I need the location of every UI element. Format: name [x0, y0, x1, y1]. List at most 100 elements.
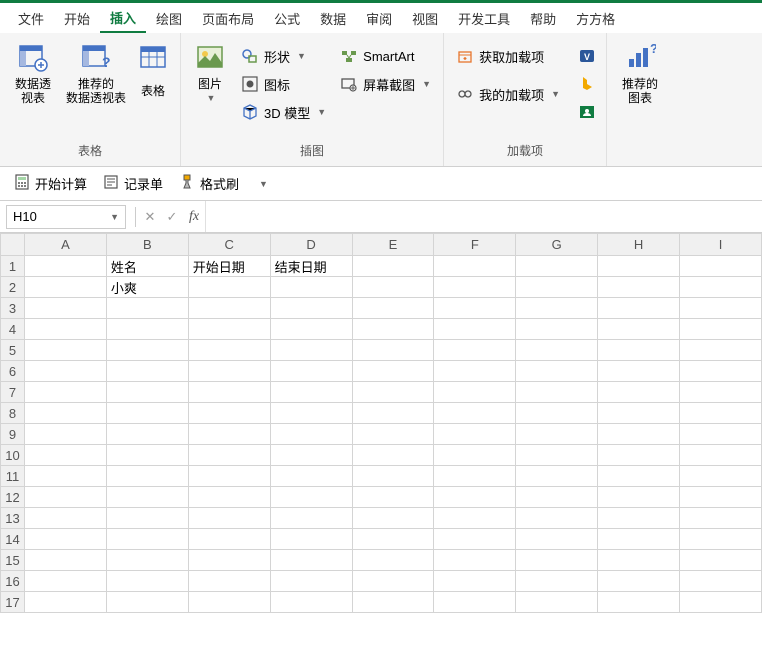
- cell-G2[interactable]: [516, 277, 598, 298]
- cell-D9[interactable]: [270, 424, 352, 445]
- enter-formula-button[interactable]: ✓: [161, 206, 183, 228]
- cell-G17[interactable]: [516, 592, 598, 613]
- cell-C10[interactable]: [188, 445, 270, 466]
- cell-I8[interactable]: [680, 403, 762, 424]
- cell-F7[interactable]: [434, 382, 516, 403]
- cell-A1[interactable]: [24, 256, 106, 277]
- cell-A9[interactable]: [24, 424, 106, 445]
- cell-E3[interactable]: [352, 298, 434, 319]
- row-header-5[interactable]: 5: [1, 340, 25, 361]
- people-addin-button[interactable]: [574, 99, 600, 125]
- cell-B9[interactable]: [106, 424, 188, 445]
- cell-G3[interactable]: [516, 298, 598, 319]
- cell-D8[interactable]: [270, 403, 352, 424]
- col-header-D[interactable]: D: [270, 234, 352, 256]
- cell-E7[interactable]: [352, 382, 434, 403]
- col-header-I[interactable]: I: [680, 234, 762, 256]
- cell-B16[interactable]: [106, 571, 188, 592]
- cell-H13[interactable]: [598, 508, 680, 529]
- cell-G15[interactable]: [516, 550, 598, 571]
- name-box[interactable]: H10▼: [6, 205, 126, 229]
- cell-F10[interactable]: [434, 445, 516, 466]
- smartart-button[interactable]: SmartArt: [334, 43, 437, 69]
- record-form-button[interactable]: 记录单: [97, 171, 169, 196]
- cell-F5[interactable]: [434, 340, 516, 361]
- get-addins-button[interactable]: 获取加载项: [450, 43, 566, 69]
- cell-C3[interactable]: [188, 298, 270, 319]
- cell-D13[interactable]: [270, 508, 352, 529]
- formula-input[interactable]: [205, 201, 762, 232]
- cell-G13[interactable]: [516, 508, 598, 529]
- cell-H6[interactable]: [598, 361, 680, 382]
- cell-G5[interactable]: [516, 340, 598, 361]
- row-header-3[interactable]: 3: [1, 298, 25, 319]
- cell-C12[interactable]: [188, 487, 270, 508]
- 3d-models-button[interactable]: 3D 模型▼: [235, 99, 332, 125]
- cell-E6[interactable]: [352, 361, 434, 382]
- col-header-B[interactable]: B: [106, 234, 188, 256]
- cell-C13[interactable]: [188, 508, 270, 529]
- tab-方方格[interactable]: 方方格: [566, 5, 625, 32]
- calc-now-button[interactable]: 开始计算: [8, 171, 93, 196]
- cell-A17[interactable]: [24, 592, 106, 613]
- cell-C5[interactable]: [188, 340, 270, 361]
- cell-A6[interactable]: [24, 361, 106, 382]
- cell-A14[interactable]: [24, 529, 106, 550]
- cell-G1[interactable]: [516, 256, 598, 277]
- cell-E16[interactable]: [352, 571, 434, 592]
- cell-B5[interactable]: [106, 340, 188, 361]
- cell-A8[interactable]: [24, 403, 106, 424]
- cell-I7[interactable]: [680, 382, 762, 403]
- visio-addin-button[interactable]: V: [574, 43, 600, 69]
- col-header-G[interactable]: G: [516, 234, 598, 256]
- cell-A12[interactable]: [24, 487, 106, 508]
- cell-I16[interactable]: [680, 571, 762, 592]
- cell-C4[interactable]: [188, 319, 270, 340]
- table-button[interactable]: 表格: [132, 37, 174, 109]
- cell-C6[interactable]: [188, 361, 270, 382]
- row-header-8[interactable]: 8: [1, 403, 25, 424]
- cell-H17[interactable]: [598, 592, 680, 613]
- cell-G12[interactable]: [516, 487, 598, 508]
- cell-D7[interactable]: [270, 382, 352, 403]
- cell-H7[interactable]: [598, 382, 680, 403]
- cell-B10[interactable]: [106, 445, 188, 466]
- select-all-corner[interactable]: [1, 234, 25, 256]
- cell-E5[interactable]: [352, 340, 434, 361]
- cell-G9[interactable]: [516, 424, 598, 445]
- cell-A5[interactable]: [24, 340, 106, 361]
- cell-H11[interactable]: [598, 466, 680, 487]
- row-header-17[interactable]: 17: [1, 592, 25, 613]
- cell-H3[interactable]: [598, 298, 680, 319]
- cell-F3[interactable]: [434, 298, 516, 319]
- cell-F8[interactable]: [434, 403, 516, 424]
- col-header-A[interactable]: A: [24, 234, 106, 256]
- cell-H15[interactable]: [598, 550, 680, 571]
- cell-I4[interactable]: [680, 319, 762, 340]
- screenshot-button[interactable]: 屏幕截图▼: [334, 71, 437, 97]
- shapes-button[interactable]: 形状▼: [235, 43, 332, 69]
- cell-C7[interactable]: [188, 382, 270, 403]
- cancel-formula-button[interactable]: ✕: [139, 206, 161, 228]
- row-header-13[interactable]: 13: [1, 508, 25, 529]
- row-header-10[interactable]: 10: [1, 445, 25, 466]
- tab-公式[interactable]: 公式: [264, 5, 310, 32]
- cell-F1[interactable]: [434, 256, 516, 277]
- cell-F4[interactable]: [434, 319, 516, 340]
- cell-A13[interactable]: [24, 508, 106, 529]
- cell-I3[interactable]: [680, 298, 762, 319]
- cell-D17[interactable]: [270, 592, 352, 613]
- recommended-charts-button[interactable]: ? 推荐的图表: [613, 37, 667, 109]
- insert-function-button[interactable]: fx: [183, 206, 205, 228]
- cell-E13[interactable]: [352, 508, 434, 529]
- tab-审阅[interactable]: 审阅: [356, 5, 402, 32]
- cell-G7[interactable]: [516, 382, 598, 403]
- cell-C11[interactable]: [188, 466, 270, 487]
- tab-文件[interactable]: 文件: [8, 5, 54, 32]
- icons-button[interactable]: 图标: [235, 71, 332, 97]
- cell-F9[interactable]: [434, 424, 516, 445]
- cell-D14[interactable]: [270, 529, 352, 550]
- cell-C17[interactable]: [188, 592, 270, 613]
- row-header-4[interactable]: 4: [1, 319, 25, 340]
- tab-开发工具[interactable]: 开发工具: [448, 5, 520, 32]
